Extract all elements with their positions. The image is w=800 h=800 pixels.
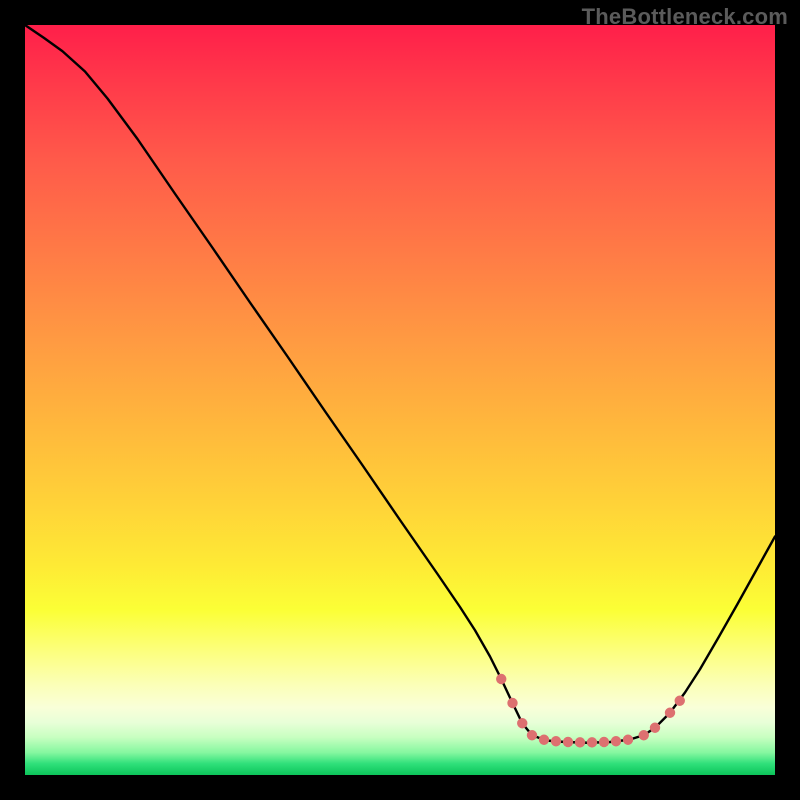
data-dot	[623, 735, 633, 745]
data-dot	[639, 730, 649, 740]
data-dot	[611, 736, 621, 746]
data-dot	[665, 708, 675, 718]
watermark-text: TheBottleneck.com	[582, 4, 788, 30]
data-dot	[575, 737, 585, 747]
plot-area	[25, 25, 775, 775]
curve-svg	[25, 25, 775, 775]
data-dot	[551, 736, 561, 746]
data-dot	[563, 737, 573, 747]
data-dot	[517, 718, 527, 728]
data-dot	[527, 730, 537, 740]
data-dot	[507, 698, 517, 708]
data-dot	[496, 674, 506, 684]
data-dot	[587, 737, 597, 747]
data-dot	[675, 696, 685, 706]
bottleneck-curve	[25, 25, 775, 743]
data-dot	[599, 737, 609, 747]
dot-group	[496, 674, 685, 748]
data-dot	[650, 723, 660, 733]
chart-frame: TheBottleneck.com	[0, 0, 800, 800]
data-dot	[539, 735, 549, 745]
